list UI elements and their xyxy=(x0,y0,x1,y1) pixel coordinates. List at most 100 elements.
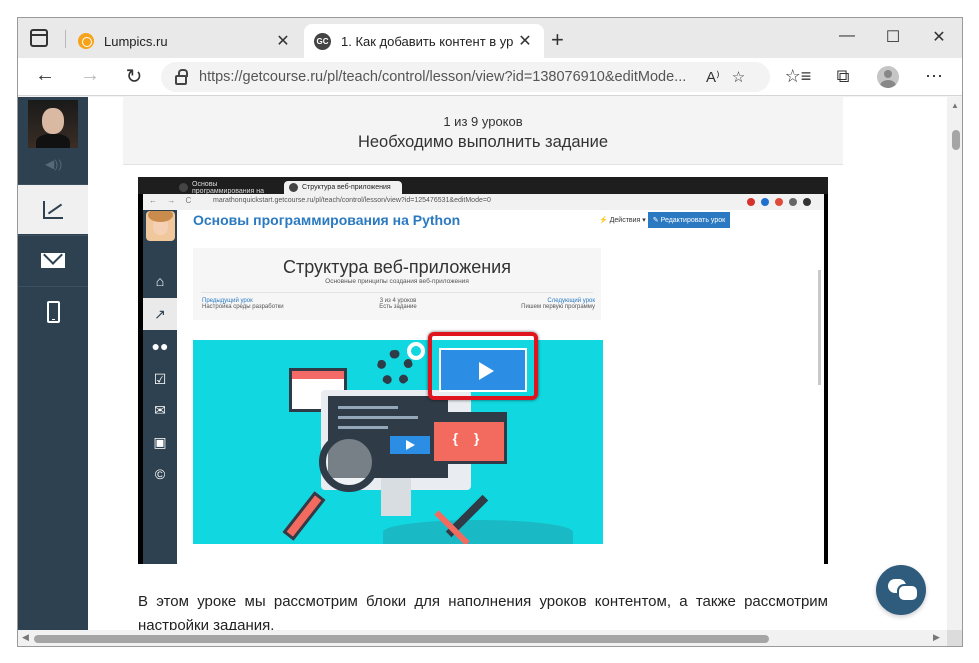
small-gear-icon xyxy=(407,342,425,360)
tab-strip: Lumpics.ru ✕ GC 1. Как добавить контент … xyxy=(18,18,962,58)
inner-tab-strip: Основы программирования на Структура веб… xyxy=(138,177,828,195)
illustration-base xyxy=(383,520,573,544)
inner-tab-title: Основы программирования на xyxy=(192,180,265,195)
code-line xyxy=(338,416,418,419)
close-tab-icon[interactable]: ✕ xyxy=(514,31,536,51)
magnifier-handle xyxy=(282,491,326,541)
inner-tab: Основы программирования на xyxy=(174,180,279,195)
extension-icon xyxy=(747,198,755,206)
scroll-up-arrow-icon[interactable]: ▲ xyxy=(951,101,959,110)
lesson-description: В этом уроке мы рассмотрим блоки для нап… xyxy=(138,593,828,630)
code-line xyxy=(338,426,388,429)
inner-tab-active: Структура веб-приложения xyxy=(284,181,402,194)
tab-title: 1. Как добавить контент в урок xyxy=(341,33,514,49)
lesson-counter: 1 из 9 уроков xyxy=(443,114,523,129)
close-tab-icon[interactable]: ✕ xyxy=(272,31,294,51)
scroll-right-arrow-icon[interactable]: ▶ xyxy=(933,632,940,643)
divider xyxy=(201,292,593,293)
inner-address-bar: ← → C marathonquickstart.getcourse.ru/pl… xyxy=(143,194,824,210)
extension-icon xyxy=(775,198,783,206)
getcourse-favicon-icon xyxy=(289,183,298,192)
inner-user-avatar xyxy=(146,211,175,241)
close-window-button[interactable]: ✕ xyxy=(916,27,962,47)
checkbox-icon: ☑ xyxy=(153,370,167,387)
inner-scrollbar xyxy=(818,270,821,385)
tab-divider xyxy=(65,30,66,48)
phone-icon xyxy=(46,300,60,323)
address-toolbar: ← → ↻ https://getcourse.ru/pl/teach/cont… xyxy=(18,58,962,96)
play-button-highlight xyxy=(428,332,538,400)
sidebar-item-messages[interactable] xyxy=(18,235,88,285)
mail-icon: ✉ xyxy=(154,401,166,418)
inner-nav-icons: ← → C xyxy=(149,196,196,205)
add-favorite-icon[interactable]: ☆ xyxy=(732,68,745,86)
inner-prev-lesson: Предыдущий урок Настройка среды разработ… xyxy=(202,298,284,310)
lesson-video[interactable]: Основы программирования на Структура веб… xyxy=(138,177,828,564)
collections-icon[interactable]: ⧉ xyxy=(828,66,858,87)
horizontal-scrollbar[interactable]: ◀ ▶ xyxy=(18,630,947,646)
sound-icon[interactable]: ◀)) xyxy=(45,157,62,171)
chart-icon: ↗ xyxy=(143,298,177,330)
vertical-scroll-thumb[interactable] xyxy=(952,130,960,150)
sidebar-item-mobile[interactable] xyxy=(18,286,88,336)
users-icon: ●● xyxy=(151,338,169,354)
vertical-scrollbar[interactable]: ▲ xyxy=(947,97,962,630)
minimize-button[interactable]: — xyxy=(824,27,870,45)
extension-icon xyxy=(789,198,797,206)
code-window-icon: { } xyxy=(431,412,507,464)
back-button[interactable]: ← xyxy=(30,64,60,87)
scrollbar-corner xyxy=(947,630,962,646)
inner-course-title: Основы программирования на Python xyxy=(193,212,461,228)
lock-icon[interactable] xyxy=(175,69,188,85)
sidebar: ◀)) xyxy=(18,97,88,630)
inner-next-lesson: Следующий урок Пишем первую программу xyxy=(521,298,595,310)
inner-edit-lesson-button: ✎ Редактировать урок xyxy=(648,212,730,228)
chat-bubble-icon[interactable] xyxy=(876,565,926,615)
getcourse-icon: © xyxy=(154,466,166,482)
getcourse-favicon-icon: GC xyxy=(314,32,331,50)
url-text[interactable]: https://getcourse.ru/pl/teach/control/le… xyxy=(199,69,694,85)
horizontal-scroll-thumb[interactable] xyxy=(34,635,769,643)
inner-lesson-card: Структура веб-приложения Основные принци… xyxy=(193,248,601,320)
forward-button[interactable]: → xyxy=(75,64,105,87)
inner-tab-title: Структура веб-приложения xyxy=(302,184,391,191)
small-play-icon xyxy=(390,436,430,454)
browser-window: Lumpics.ru ✕ GC 1. Как добавить контент … xyxy=(17,17,963,647)
safe-icon: ▣ xyxy=(153,433,167,450)
lumpics-favicon-icon xyxy=(78,33,94,49)
tab-getcourse-lesson[interactable]: GC 1. Как добавить контент в урок ✕ xyxy=(304,24,544,58)
home-icon: ⌂ xyxy=(155,273,165,289)
favorites-icon[interactable]: ☆≡ xyxy=(783,66,813,87)
chart-icon xyxy=(43,200,63,219)
more-menu-icon[interactable]: ⋯ xyxy=(919,66,949,87)
sidebar-item-stats[interactable] xyxy=(18,184,88,234)
profile-icon xyxy=(803,198,811,206)
profile-avatar-icon[interactable] xyxy=(877,66,899,88)
code-line xyxy=(338,406,398,409)
mail-icon xyxy=(41,253,65,268)
getcourse-favicon-icon xyxy=(179,183,188,192)
tab-lumpics[interactable]: Lumpics.ru ✕ xyxy=(70,24,302,58)
magnifier-icon xyxy=(319,432,379,492)
refresh-button[interactable]: ↻ xyxy=(119,64,149,89)
read-aloud-icon[interactable]: A⁾ xyxy=(706,68,720,86)
monitor-stand xyxy=(381,478,411,516)
inner-sidebar: ⌂ ↗ ●● ☑ ✉ ▣ © xyxy=(143,210,177,564)
inner-lesson-title: Структура веб-приложения xyxy=(283,257,511,277)
address-bar[interactable]: https://getcourse.ru/pl/teach/control/le… xyxy=(161,62,770,92)
lesson-header: 1 из 9 уроков Необходимо выполнить задан… xyxy=(123,97,843,165)
user-avatar[interactable] xyxy=(28,100,78,148)
maximize-button[interactable]: ☐ xyxy=(870,27,916,47)
new-tab-button[interactable]: + xyxy=(551,27,564,53)
tab-actions-icon[interactable] xyxy=(30,29,48,47)
page-content: ◀)) 1 из 9 уроков Необходимо выполнить з… xyxy=(18,97,947,630)
tab-title: Lumpics.ru xyxy=(104,33,168,49)
inner-url: marathonquickstart.getcourse.ru/pl/teach… xyxy=(213,197,491,204)
task-notice: Необходимо выполнить задание xyxy=(357,133,609,151)
inner-lesson-counter: 3 из 4 уроков Есть задание xyxy=(379,298,417,310)
scroll-left-arrow-icon[interactable]: ◀ xyxy=(22,632,29,643)
inner-actions-menu: ⚡ Действия ▾ xyxy=(599,217,646,224)
extension-icon xyxy=(761,198,769,206)
lesson-cover-illustration: { } xyxy=(193,340,603,544)
inner-lesson-subtitle: Основные принципы создания веб-приложени… xyxy=(325,278,469,285)
